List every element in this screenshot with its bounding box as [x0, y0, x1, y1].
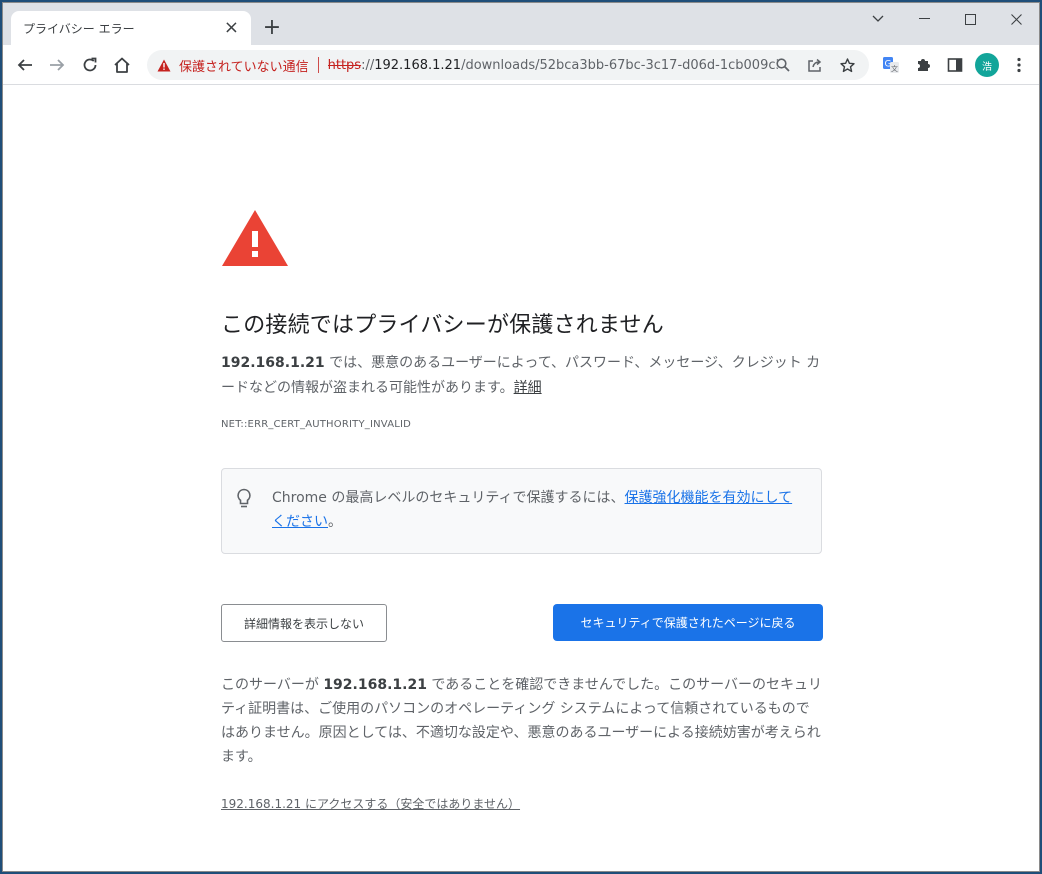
profile-avatar[interactable]: 浩	[975, 53, 999, 77]
tab-privacy-error[interactable]: プライバシー エラー ×	[11, 11, 251, 45]
tab-close-icon[interactable]: ×	[224, 19, 239, 37]
url-host: 192.168.1.21	[374, 57, 462, 73]
new-tab-button[interactable]: +	[260, 17, 284, 41]
not-secure-label: 保護されていない通信	[179, 59, 309, 75]
proceed-unsafe-link[interactable]: 192.168.1.21 にアクセスする（安全ではありません）	[221, 797, 520, 811]
address-bar[interactable]: 保護されていない通信 https://192.168.1.21/download…	[147, 50, 869, 80]
omnibox-divider	[317, 57, 319, 73]
extensions-puzzle-icon[interactable]	[909, 51, 937, 79]
forward-arrow-icon[interactable]	[43, 51, 71, 79]
page-content: この接続ではプライバシーが保護されません 192.168.1.21 では、悪意の…	[3, 85, 1039, 871]
home-icon[interactable]	[108, 51, 136, 79]
proceed-section: 192.168.1.21 にアクセスする（安全ではありません）	[221, 795, 520, 812]
kebab-menu-icon[interactable]	[1005, 51, 1033, 79]
enhanced-protection-message: Chrome の最高レベルのセキュリティで保護するには、	[272, 490, 625, 506]
page-heading: この接続ではプライバシーが保護されません	[221, 313, 664, 338]
url-path: /downloads/52bca3bb-67bc-3c17-d06d-1cb00…	[461, 57, 778, 73]
side-panel-icon[interactable]	[941, 51, 969, 79]
url-scheme: https	[327, 57, 362, 73]
reload-icon[interactable]	[76, 51, 104, 79]
url-separator: ://	[361, 57, 375, 73]
back-to-safety-button[interactable]: セキュリティで保護されたページに戻る	[553, 604, 823, 641]
big-warning-triangle-icon	[222, 210, 288, 266]
url-text[interactable]: https://192.168.1.21/downloads/52bca3bb-…	[328, 58, 778, 73]
enhanced-protection-text: Chrome の最高レベルのセキュリティで保護するには、保護強化機能を有効にして…	[272, 486, 802, 534]
browser-window: プライバシー エラー × + 保護されていない通信 https://192.16…	[2, 2, 1040, 872]
toolbar: 保護されていない通信 https://192.168.1.21/download…	[3, 45, 1039, 85]
tab-search-chevron-down-icon[interactable]	[855, 3, 901, 35]
maximize-button[interactable]	[947, 3, 993, 35]
bookmark-star-icon[interactable]	[831, 51, 863, 79]
share-icon[interactable]	[799, 51, 831, 79]
minimize-button[interactable]	[901, 3, 947, 35]
not-secure-badge[interactable]: 保護されていない通信	[157, 56, 309, 75]
tab-title: プライバシー エラー	[23, 21, 135, 36]
details-host: 192.168.1.21	[323, 677, 427, 693]
tab-strip: プライバシー エラー × +	[3, 3, 1039, 45]
warning-triangle-icon	[157, 59, 171, 71]
enhanced-protection-end: 。	[328, 514, 342, 530]
close-window-button[interactable]	[993, 3, 1039, 35]
description-host: 192.168.1.21	[221, 355, 325, 371]
back-arrow-icon[interactable]	[11, 51, 39, 79]
translate-icon[interactable]: G文	[877, 51, 905, 79]
hide-details-button[interactable]: 詳細情報を表示しない	[221, 604, 387, 642]
details-prefix: このサーバーが	[221, 677, 324, 693]
svg-text:文: 文	[891, 64, 898, 73]
omnibox-actions	[767, 51, 863, 79]
details-text: このサーバーが 192.168.1.21 であることを確認できませんでした。この…	[221, 673, 823, 769]
learn-more-link[interactable]: 詳細	[514, 380, 542, 396]
enhanced-protection-box: Chrome の最高レベルのセキュリティで保護するには、保護強化機能を有効にして…	[221, 468, 822, 554]
zoom-search-icon[interactable]	[767, 51, 799, 79]
warning-description: 192.168.1.21 では、悪意のあるユーザーによって、パスワード、メッセー…	[221, 351, 823, 401]
error-code: NET::ERR_CERT_AUTHORITY_INVALID	[221, 419, 412, 430]
lightbulb-icon	[237, 488, 251, 508]
